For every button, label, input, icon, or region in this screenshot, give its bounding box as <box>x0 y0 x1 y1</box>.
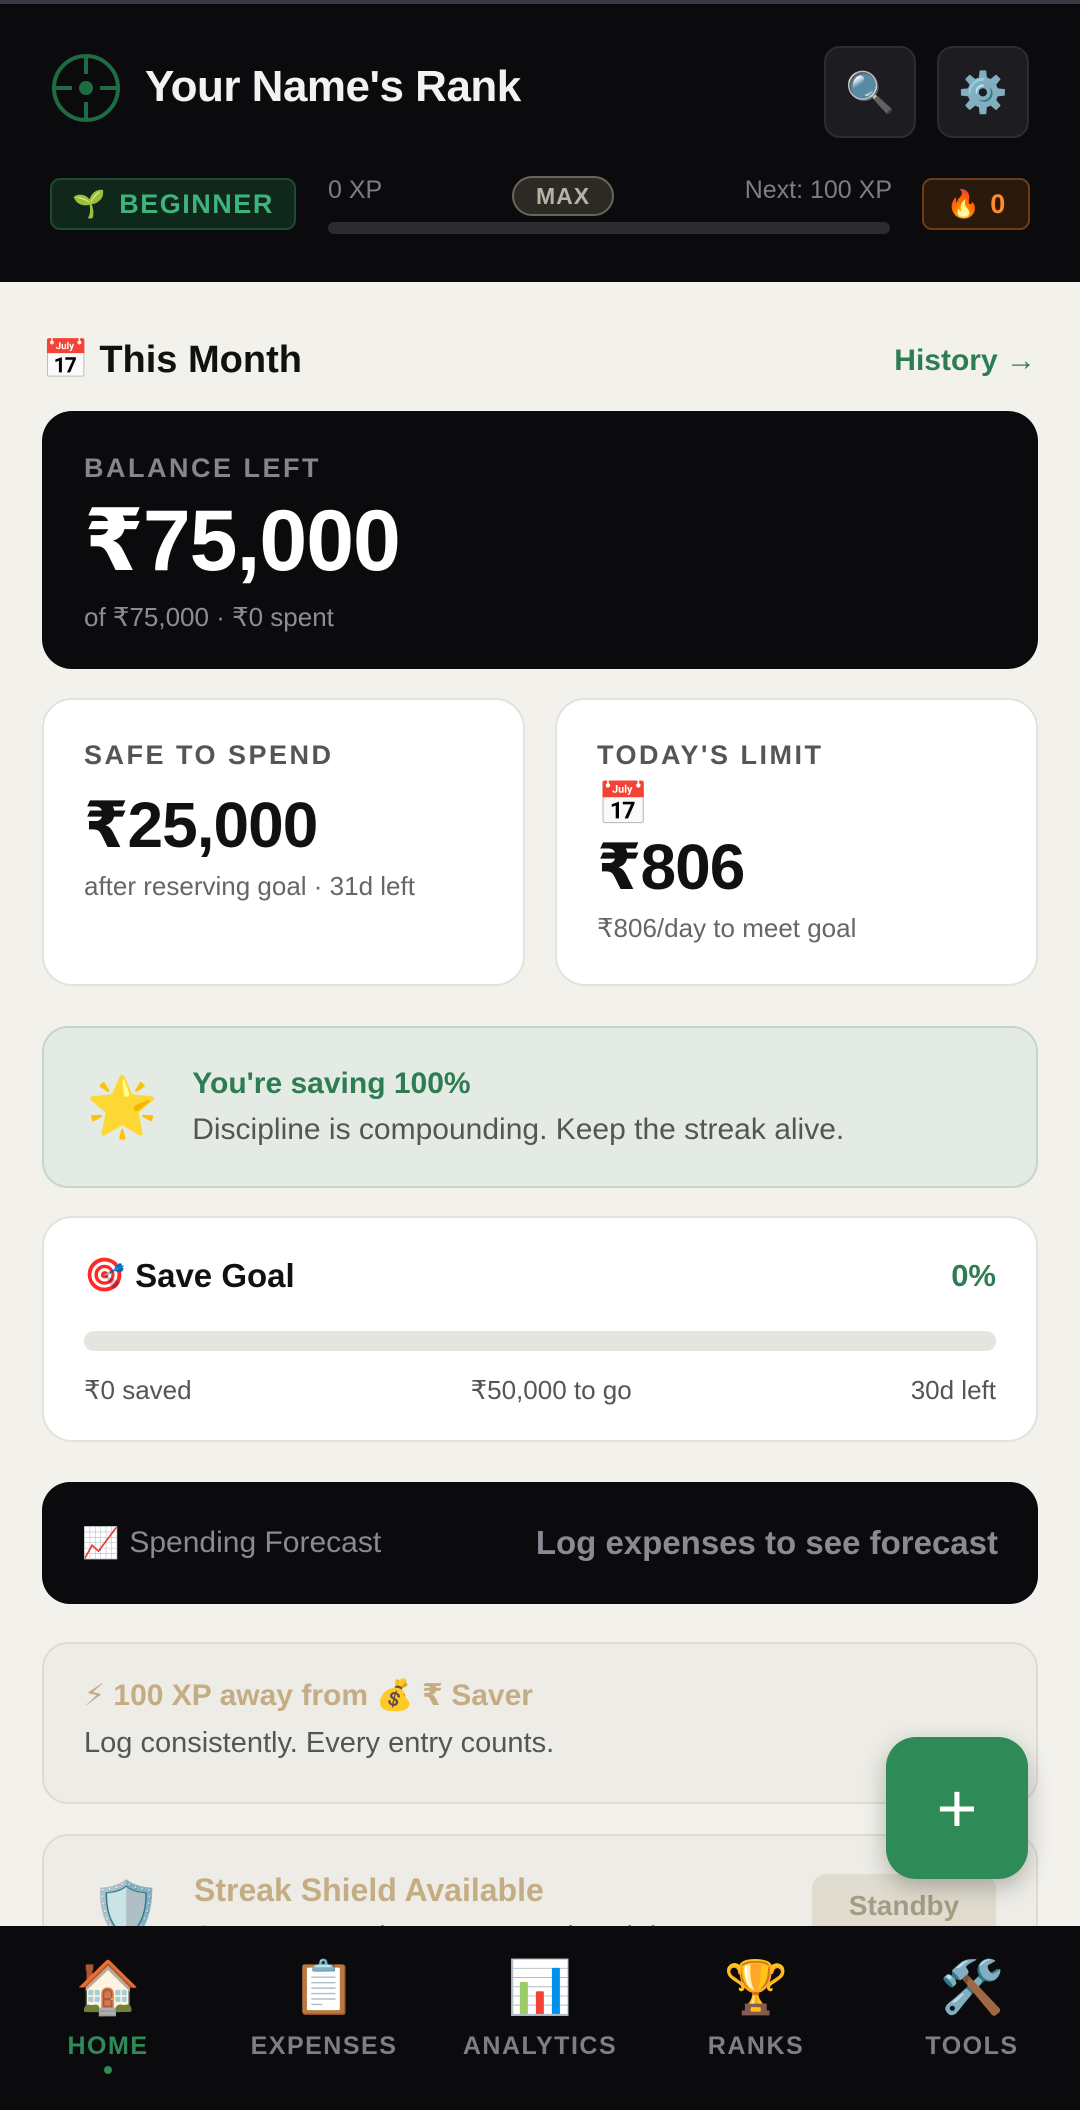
goal-title: 🎯 Save Goal <box>84 1256 295 1295</box>
history-link[interactable]: History → <box>894 344 1036 378</box>
today-limit-sub: ₹806/day to meet goal <box>597 913 857 943</box>
save-goal-card[interactable]: 🎯 Save Goal 0% ₹0 saved ₹50,000 to go 30… <box>42 1216 1038 1442</box>
fire-icon: 🔥 <box>946 189 981 219</box>
calendar-icon: 📅 <box>42 339 90 381</box>
nav-label: RANKS <box>707 2032 805 2060</box>
forecast-label: 📈 Spending Forecast <box>82 1526 381 1561</box>
streak-count: 0 <box>990 188 1006 219</box>
nav-item-home[interactable]: 🏠 HOME <box>0 1926 216 2110</box>
rank-label: BEGINNER <box>119 188 274 219</box>
rank-logo-icon <box>52 54 120 122</box>
star-icon: 🌟 <box>86 1074 159 1139</box>
app-title: Your Name's Rank <box>145 62 521 111</box>
bar-chart-icon: 📊 <box>507 1959 573 2017</box>
xp-current: 0 XP <box>328 176 383 204</box>
safe-to-spend-amount: ₹25,000 <box>84 789 318 861</box>
tools-icon: 🛠️ <box>939 1959 1005 2017</box>
nav-label: TOOLS <box>925 2032 1019 2060</box>
section-title-text: This Month <box>99 338 302 381</box>
goal-percent: 0% <box>951 1257 996 1293</box>
streak-badge[interactable]: 🔥 0 <box>922 178 1030 230</box>
home-icon: 🏠 <box>75 1959 141 2017</box>
saving-sub: Discipline is compounding. Keep the stre… <box>192 1113 845 1146</box>
goal-saved: ₹0 saved <box>84 1375 192 1405</box>
nav-label: ANALYTICS <box>462 2032 618 2060</box>
saving-banner: 🌟 You're saving 100% Discipline is compo… <box>42 1026 1038 1188</box>
clipboard-icon: 📋 <box>291 1959 357 2017</box>
xp-max-pill: MAX <box>512 176 615 216</box>
goal-to-go: ₹50,000 to go <box>470 1375 632 1405</box>
settings-button[interactable]: ⚙️ <box>937 46 1029 138</box>
safe-to-spend-sub: after reserving goal · 31d left <box>84 871 415 901</box>
today-limit-label: TODAY'S LIMIT <box>597 740 824 770</box>
xp-progress-bar <box>328 222 890 234</box>
balance-amount: ₹75,000 <box>84 493 401 589</box>
bottom-nav: 🏠 HOME 📋 EXPENSES 📊 ANALYTICS 🏆 RANKS 🛠️… <box>0 1926 1080 2110</box>
rank-badge[interactable]: 🌱 BEGINNER <box>50 178 296 230</box>
safe-to-spend-label: SAFE TO SPEND <box>84 740 334 770</box>
goal-progress-bar <box>84 1331 996 1351</box>
shield-title: Streak Shield Available <box>194 1872 544 1908</box>
balance-sub: of ₹75,000 · ₹0 spent <box>84 602 334 632</box>
active-indicator-dot <box>104 2066 112 2074</box>
balance-card: BALANCE LEFT ₹75,000 of ₹75,000 · ₹0 spe… <box>42 411 1038 669</box>
safe-to-spend-card: SAFE TO SPEND ₹25,000 after reserving go… <box>42 698 525 986</box>
xp-away-title: ⚡ 100 XP away from 💰 ₹ Saver <box>84 1679 533 1712</box>
plus-icon: + <box>936 1769 978 1847</box>
balance-label: BALANCE LEFT <box>84 453 321 483</box>
nav-item-expenses[interactable]: 📋 EXPENSES <box>216 1926 432 2110</box>
nav-item-ranks[interactable]: 🏆 RANKS <box>648 1926 864 2110</box>
seedling-icon: 🌱 <box>72 189 108 219</box>
forecast-value: Log expenses to see forecast <box>535 1524 998 1561</box>
calendar-icon: 📅 <box>597 780 650 827</box>
chart-up-icon: 📈 <box>82 1526 120 1560</box>
xp-away-sub: Log consistently. Every entry counts. <box>84 1727 555 1759</box>
app-header: Your Name's Rank 🔍 ⚙️ 🌱 BEGINNER 0 XP MA… <box>0 0 1080 282</box>
saving-title: You're saving 100% <box>192 1067 471 1100</box>
today-limit-card: TODAY'S LIMIT 📅 ₹806 ₹806/day to meet go… <box>555 698 1038 986</box>
gear-icon: ⚙️ <box>958 70 1008 115</box>
spending-forecast-card[interactable]: 📈 Spending Forecast Log expenses to see … <box>42 1482 1038 1604</box>
goal-days-left: 30d left <box>910 1375 996 1405</box>
xp-next: Next: 100 XP <box>744 176 892 204</box>
target-icon: 🎯 <box>84 1256 126 1293</box>
nav-item-tools[interactable]: 🛠️ TOOLS <box>864 1926 1080 2110</box>
goal-title-text: Save Goal <box>135 1256 295 1294</box>
nav-item-analytics[interactable]: 📊 ANALYTICS <box>432 1926 648 2110</box>
search-button[interactable]: 🔍 <box>824 46 916 138</box>
search-icon: 🔍 <box>845 70 895 115</box>
add-expense-button[interactable]: + <box>886 1737 1028 1879</box>
today-limit-amount: ₹806 <box>597 831 745 903</box>
trophy-icon: 🏆 <box>723 1959 789 2017</box>
nav-label: HOME <box>67 2032 149 2060</box>
forecast-label-text: Spending Forecast <box>129 1526 382 1559</box>
section-title: 📅 This Month <box>42 338 302 382</box>
nav-label: EXPENSES <box>250 2032 398 2060</box>
